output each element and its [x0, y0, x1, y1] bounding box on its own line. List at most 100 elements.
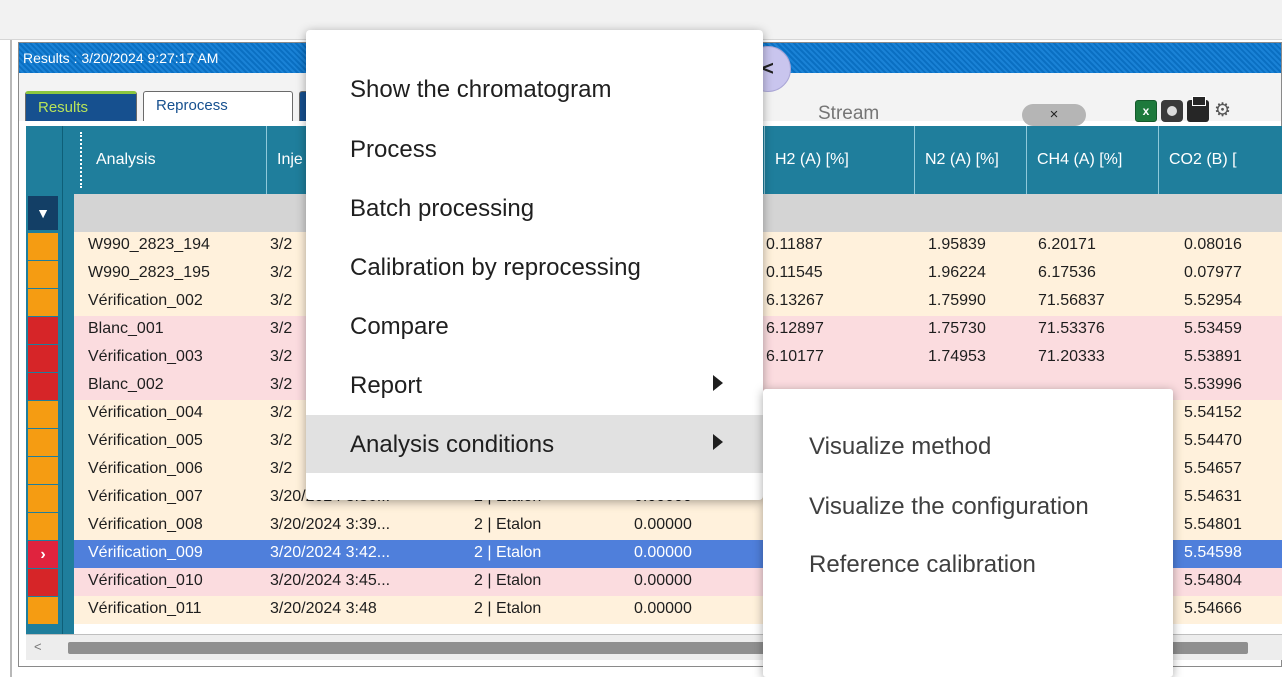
- menu-item-label: Report: [350, 372, 423, 399]
- submenu-item-label: Visualize the configuration: [809, 493, 1089, 520]
- menu-item-label: Analysis conditions: [350, 431, 555, 458]
- cell-h2: 6.10177: [766, 348, 824, 365]
- cell-h2: 0.11887: [766, 236, 823, 253]
- scroll-left-icon[interactable]: <: [34, 639, 42, 654]
- cell-analysis: Blanc_001: [88, 320, 164, 337]
- cell-analysis: Vérification_003: [88, 348, 203, 365]
- cell-ch4: 6.17536: [1038, 264, 1096, 281]
- cell-analysis: Vérification_006: [88, 460, 203, 477]
- cell-type: 2 | Etalon: [474, 600, 542, 617]
- column-header-n2[interactable]: N2 (A) [%]: [914, 126, 1026, 194]
- menu-item-label: Batch processing: [350, 195, 535, 222]
- cell-value: 0.00000: [634, 572, 692, 589]
- cell-type: 2 | Etalon: [474, 516, 542, 533]
- column-header-analysis[interactable]: Analysis: [86, 126, 266, 194]
- menu-item-label: Compare: [350, 313, 449, 340]
- status-indicator[interactable]: [28, 289, 58, 316]
- camera-icon[interactable]: [1161, 100, 1183, 122]
- cell-co2: 5.54631: [1184, 488, 1242, 505]
- submenu-arrow-icon: [713, 375, 723, 391]
- status-indicator[interactable]: [28, 261, 58, 288]
- gear-icon[interactable]: ⚙: [1214, 100, 1244, 122]
- cell-type: 2 | Etalon: [474, 544, 542, 561]
- menu-item-label: Process: [350, 136, 437, 163]
- cell-co2: 5.52954: [1184, 292, 1242, 309]
- menu-item-analysis-conditions[interactable]: Analysis conditions: [306, 415, 763, 473]
- cell-injection: 3/20/2024 3:39...: [270, 516, 391, 533]
- cell-analysis: Blanc_002: [88, 376, 164, 393]
- column-splitter[interactable]: [80, 132, 82, 188]
- cell-injection: 3/20/2024 3:42...: [270, 544, 391, 561]
- status-indicator[interactable]: [28, 317, 58, 344]
- cell-analysis: Vérification_004: [88, 404, 203, 421]
- current-row-indicator[interactable]: ›: [28, 541, 58, 568]
- submenu-item-visualize-configuration[interactable]: Visualize the configuration: [763, 477, 1173, 535]
- cell-type: 2 | Etalon: [474, 572, 542, 589]
- window-border: [10, 40, 12, 677]
- cell-analysis: Vérification_005: [88, 432, 203, 449]
- tab-reprocess[interactable]: Reprocess: [143, 91, 293, 121]
- cell-analysis: W990_2823_194: [88, 236, 210, 253]
- cell-value: 0.00000: [634, 544, 692, 561]
- stream-search-input[interactable]: [815, 96, 921, 130]
- menu-item-compare[interactable]: Compare: [306, 297, 763, 355]
- cell-ch4: 71.20333: [1038, 348, 1105, 365]
- submenu-item-label: Reference calibration: [809, 551, 1036, 578]
- cell-co2: 5.54801: [1184, 516, 1242, 533]
- status-indicator[interactable]: [28, 429, 58, 456]
- cell-value: 0.00000: [634, 516, 692, 533]
- cell-co2: 5.54657: [1184, 460, 1242, 477]
- cell-n2: 1.75990: [928, 292, 986, 309]
- cell-analysis: Vérification_007: [88, 488, 203, 505]
- column-header-co2[interactable]: CO2 (B) [: [1158, 126, 1282, 194]
- submenu-item-reference-calibration[interactable]: Reference calibration: [763, 535, 1173, 593]
- status-indicator[interactable]: [28, 513, 58, 540]
- cell-analysis: W990_2823_195: [88, 264, 210, 281]
- menu-item-process[interactable]: Process: [306, 120, 763, 178]
- status-indicator[interactable]: [28, 373, 58, 400]
- cell-co2: 5.54804: [1184, 572, 1242, 589]
- status-indicator[interactable]: [28, 401, 58, 428]
- submenu-item-label: Visualize method: [809, 433, 992, 460]
- status-indicator[interactable]: [28, 457, 58, 484]
- cell-co2: 0.08016: [1184, 236, 1242, 253]
- cell-value: 0.00000: [634, 600, 692, 617]
- column-header-ch4[interactable]: CH4 (A) [%]: [1026, 126, 1158, 194]
- menu-item-batch-processing[interactable]: Batch processing: [306, 179, 763, 237]
- menu-item-calibration-by-reprocessing[interactable]: Calibration by reprocessing: [306, 238, 763, 296]
- cell-h2: 6.12897: [766, 320, 824, 337]
- cell-co2: 5.54598: [1184, 544, 1242, 561]
- cell-n2: 1.96224: [928, 264, 986, 281]
- cell-ch4: 71.53376: [1038, 320, 1105, 337]
- cell-co2: 5.53459: [1184, 320, 1242, 337]
- menu-item-show-chromatogram[interactable]: Show the chromatogram: [306, 60, 763, 118]
- excel-export-icon[interactable]: x: [1135, 100, 1157, 122]
- cell-co2: 5.54666: [1184, 600, 1242, 617]
- cell-analysis: Vérification_002: [88, 292, 203, 309]
- status-indicator[interactable]: [28, 345, 58, 372]
- submenu-item-visualize-method[interactable]: Visualize method: [763, 417, 1173, 475]
- tab-results[interactable]: Results: [25, 91, 137, 121]
- cell-analysis: Vérification_011: [88, 600, 202, 617]
- clear-stream-button[interactable]: ×: [1022, 104, 1086, 126]
- cell-analysis: Vérification_008: [88, 516, 203, 533]
- menu-item-label: Calibration by reprocessing: [350, 254, 641, 281]
- column-header-h2[interactable]: H2 (A) [%]: [764, 126, 914, 194]
- cell-analysis: Vérification_010: [88, 572, 203, 589]
- cell-injection: 3/20/2024 3:45...: [270, 572, 391, 589]
- cell-co2: 5.54152: [1184, 404, 1242, 421]
- menu-item-report[interactable]: Report: [306, 356, 763, 414]
- cell-h2: 0.11545: [766, 264, 823, 281]
- cell-injection: 3/20/2024 3:48: [270, 600, 377, 617]
- print-icon[interactable]: [1187, 96, 1209, 122]
- status-indicator[interactable]: [28, 569, 58, 596]
- cell-analysis: Vérification_009: [88, 544, 203, 561]
- cell-n2: 1.74953: [928, 348, 986, 365]
- filter-icon[interactable]: ▼: [28, 196, 58, 230]
- menu-item-label: Show the chromatogram: [350, 76, 612, 103]
- cell-ch4: 6.20171: [1038, 236, 1096, 253]
- status-indicator[interactable]: [28, 485, 58, 512]
- status-indicator[interactable]: [28, 597, 58, 624]
- frozen-column-divider[interactable]: [62, 126, 74, 634]
- status-indicator[interactable]: [28, 233, 58, 260]
